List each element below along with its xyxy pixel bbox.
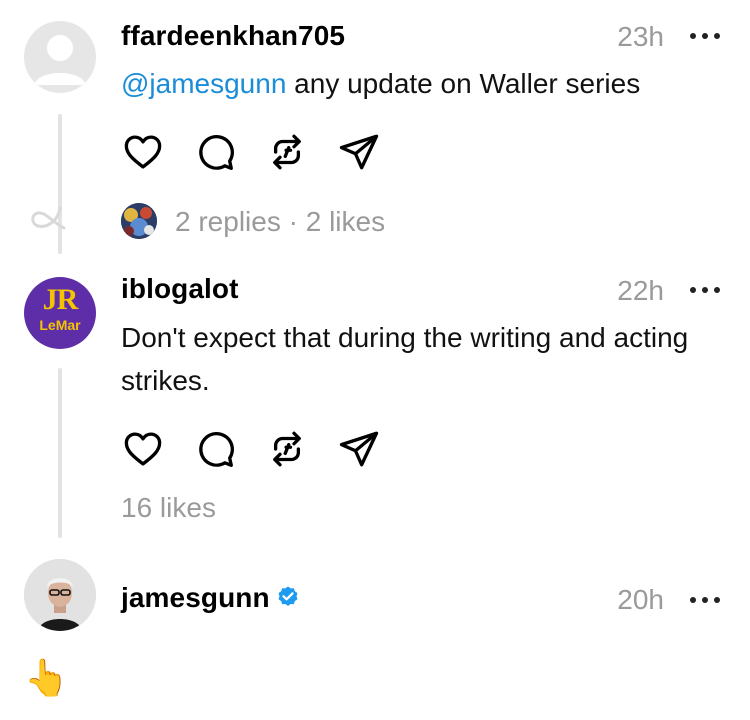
post-text: Don't expect that during the writing and… (121, 322, 689, 396)
username[interactable]: ffardeenkhan705 (121, 20, 345, 52)
timestamp: 20h (617, 584, 664, 615)
post-text-body: any update on Waller series (286, 68, 641, 99)
profile-photo-icon (24, 559, 96, 631)
share-icon (339, 431, 379, 467)
avatar-default[interactable] (24, 21, 96, 93)
repost-button[interactable] (265, 427, 309, 471)
timestamp: 22h (617, 275, 664, 306)
avatar-jamesgunn[interactable] (24, 559, 96, 631)
repost-icon (273, 134, 301, 170)
default-avatar-icon (34, 35, 86, 85)
share-icon (339, 134, 379, 170)
like-button[interactable] (121, 130, 165, 174)
post-text: @jamesgunn any update on Waller series (121, 62, 711, 105)
username-text[interactable]: jamesgunn (121, 582, 270, 613)
heart-icon (124, 135, 162, 169)
action-bar (121, 427, 409, 471)
verified-badge-icon (278, 586, 298, 606)
action-bar (121, 130, 409, 174)
reply-like-stats[interactable]: 2 replies · 2 likes (175, 206, 385, 238)
thread-line (58, 368, 62, 538)
replier-avatar-icon (121, 203, 157, 239)
avatar-initials: JR (42, 283, 79, 316)
repost-button[interactable] (265, 130, 309, 174)
username[interactable]: iblogalot (121, 273, 239, 305)
more-icon[interactable] (690, 286, 720, 294)
more-icon[interactable] (690, 596, 720, 604)
post-emoji: 👆 (24, 658, 69, 699)
avatar-subtext: LeMar (39, 317, 81, 333)
more-icon[interactable] (690, 32, 720, 40)
comment-icon (199, 432, 234, 467)
like-button[interactable] (121, 427, 165, 471)
mention-link[interactable]: @jamesgunn (121, 68, 286, 99)
reply-button[interactable] (193, 130, 237, 174)
heart-icon (124, 432, 162, 466)
replier-avatar[interactable] (121, 203, 157, 239)
like-stats[interactable]: 16 likes (121, 492, 216, 524)
timestamp: 23h (617, 21, 664, 52)
reply-button[interactable] (193, 427, 237, 471)
comment-icon (199, 135, 234, 170)
thread-loop-icon (31, 206, 66, 230)
share-button[interactable] (337, 427, 381, 471)
avatar-jr-lemar[interactable]: JR LeMar (24, 277, 96, 349)
username[interactable]: jamesgunn (121, 582, 300, 614)
thread-line (58, 114, 62, 254)
repost-icon (273, 431, 301, 467)
share-button[interactable] (337, 130, 381, 174)
